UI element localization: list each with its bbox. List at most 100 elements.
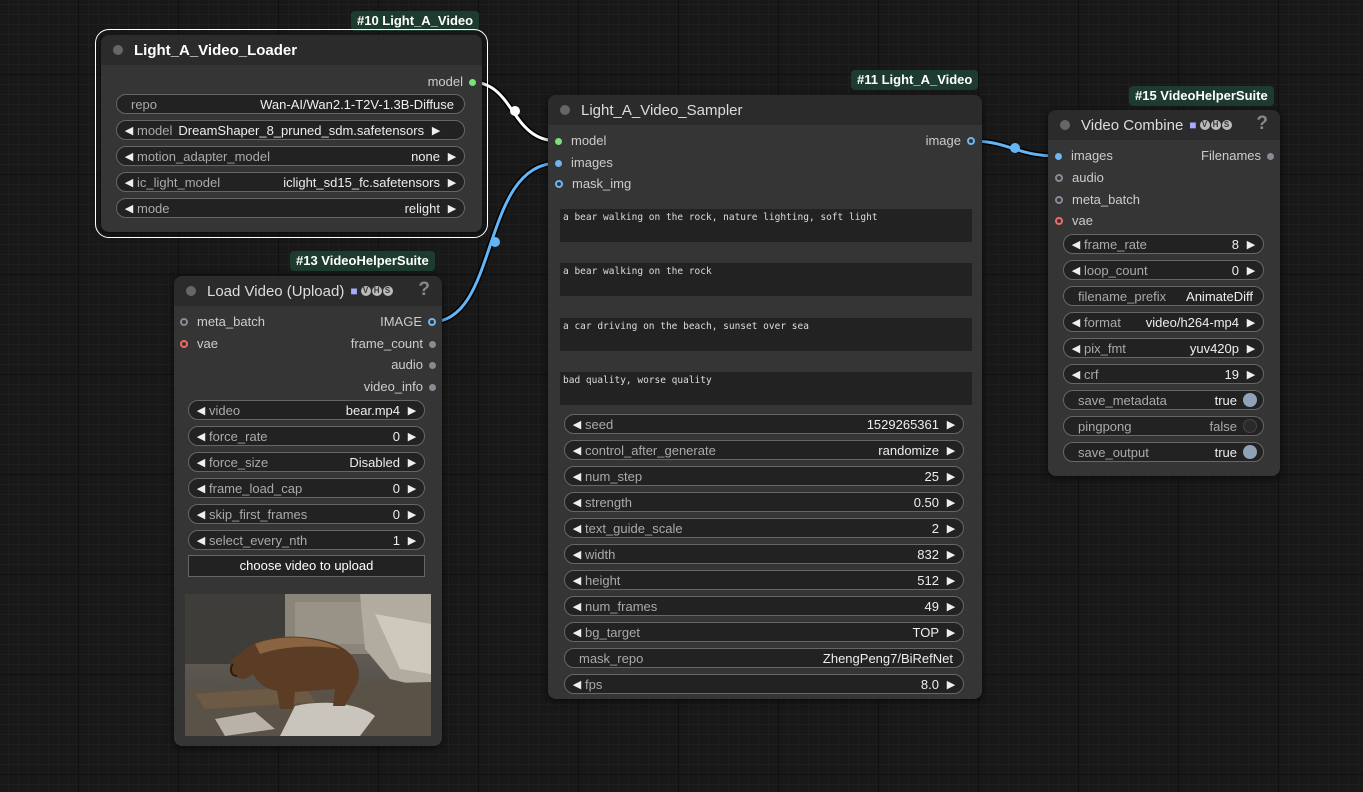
output-slot[interactable] — [469, 78, 476, 86]
arrow-left-icon[interactable]: ◀ — [571, 626, 583, 639]
prompt-textarea[interactable]: a bear walking on the rock — [560, 263, 972, 296]
arrow-right-icon[interactable]: ▶ — [446, 150, 458, 163]
widget-save-metadata-toggle[interactable]: save_metadata true — [1063, 390, 1264, 410]
output-slot[interactable] — [429, 383, 436, 391]
toggle-knob[interactable] — [1243, 419, 1257, 433]
arrow-right-icon[interactable]: ▶ — [406, 404, 418, 417]
widget-format[interactable]: ◀ format video/h264-mp4 ▶ — [1063, 312, 1264, 332]
arrow-left-icon[interactable]: ◀ — [195, 456, 207, 469]
widget-loop-count[interactable]: ◀ loop_count 0 ▶ — [1063, 260, 1264, 280]
widget-pix-fmt[interactable]: ◀ pix_fmt yuv420p ▶ — [1063, 338, 1264, 358]
arrow-right-icon[interactable]: ▶ — [446, 176, 458, 189]
output-image[interactable]: image — [926, 131, 975, 151]
widget-ic-light-model[interactable]: ◀ ic_light_model iclight_sd15_fc.safeten… — [116, 172, 465, 192]
output-filenames[interactable]: Filenames — [1201, 146, 1274, 166]
arrow-left-icon[interactable]: ◀ — [1070, 264, 1082, 277]
widget-skip-first-frames[interactable]: ◀ skip_first_frames 0 ▶ — [188, 504, 425, 524]
output-model[interactable]: model — [428, 72, 476, 92]
widget-save-output-toggle[interactable]: save_output true — [1063, 442, 1264, 462]
widget-num-step[interactable]: ◀ num_step 25 ▶ — [564, 466, 964, 486]
input-meta-batch[interactable]: meta_batch — [1055, 190, 1140, 210]
arrow-right-icon[interactable]: ▶ — [406, 456, 418, 469]
widget-mode[interactable]: ◀ mode relight ▶ — [116, 198, 465, 218]
toggle-knob[interactable] — [1243, 445, 1257, 459]
arrow-left-icon[interactable]: ◀ — [195, 534, 207, 547]
arrow-left-icon[interactable]: ◀ — [123, 176, 135, 189]
arrow-right-icon[interactable]: ▶ — [945, 548, 957, 561]
input-audio[interactable]: audio — [1055, 168, 1104, 188]
arrow-right-icon[interactable]: ▶ — [945, 470, 957, 483]
widget-pingpong-toggle[interactable]: pingpong false — [1063, 416, 1264, 436]
input-vae[interactable]: vae — [1055, 211, 1093, 231]
arrow-left-icon[interactable]: ◀ — [195, 430, 207, 443]
arrow-right-icon[interactable]: ▶ — [945, 626, 957, 639]
widget-frame-load-cap[interactable]: ◀ frame_load_cap 0 ▶ — [188, 478, 425, 498]
arrow-right-icon[interactable]: ▶ — [945, 444, 957, 457]
collapse-dot[interactable] — [186, 286, 196, 296]
input-slot[interactable] — [555, 137, 562, 145]
output-audio[interactable]: audio — [391, 355, 436, 375]
input-slot[interactable] — [1055, 196, 1063, 204]
choose-video-button[interactable]: choose video to upload — [188, 555, 425, 577]
input-slot[interactable] — [555, 159, 562, 167]
arrow-left-icon[interactable]: ◀ — [1070, 316, 1082, 329]
arrow-right-icon[interactable]: ▶ — [1245, 316, 1257, 329]
arrow-right-icon[interactable]: ▶ — [1245, 264, 1257, 277]
arrow-left-icon[interactable]: ◀ — [123, 150, 135, 163]
arrow-right-icon[interactable]: ▶ — [945, 600, 957, 613]
collapse-dot[interactable] — [560, 105, 570, 115]
arrow-right-icon[interactable]: ▶ — [1245, 342, 1257, 355]
arrow-left-icon[interactable]: ◀ — [1070, 342, 1082, 355]
collapse-dot[interactable] — [1060, 120, 1070, 130]
arrow-left-icon[interactable]: ◀ — [571, 574, 583, 587]
widget-control-after-generate[interactable]: ◀ control_after_generate randomize ▶ — [564, 440, 964, 460]
widget-motion-adapter-model[interactable]: ◀ motion_adapter_model none ▶ — [116, 146, 465, 166]
widget-num-frames[interactable]: ◀ num_frames 49 ▶ — [564, 596, 964, 616]
arrow-left-icon[interactable]: ◀ — [1070, 368, 1082, 381]
widget-text-guide-scale[interactable]: ◀ text_guide_scale 2 ▶ — [564, 518, 964, 538]
input-slot[interactable] — [1055, 152, 1062, 160]
output-slot[interactable] — [429, 340, 436, 348]
help-icon[interactable]: ? — [418, 279, 430, 301]
help-icon[interactable]: ? — [1256, 113, 1268, 135]
arrow-right-icon[interactable]: ▶ — [406, 508, 418, 521]
input-images[interactable]: images — [1055, 146, 1113, 166]
input-slot[interactable] — [180, 340, 188, 348]
arrow-left-icon[interactable]: ◀ — [571, 496, 583, 509]
arrow-left-icon[interactable]: ◀ — [571, 522, 583, 535]
prompt-textarea[interactable]: a bear walking on the rock, nature light… — [560, 209, 972, 242]
output-video-info[interactable]: video_info — [364, 377, 436, 397]
arrow-right-icon[interactable]: ▶ — [945, 574, 957, 587]
widget-repo[interactable]: repo Wan-AI/Wan2.1-T2V-1.3B-Diffuse — [116, 94, 465, 114]
arrow-right-icon[interactable]: ▶ — [446, 202, 458, 215]
input-slot[interactable] — [1055, 217, 1063, 225]
node-header[interactable]: Light_A_Video_Loader — [101, 35, 482, 65]
arrow-right-icon[interactable]: ▶ — [430, 124, 442, 137]
arrow-left-icon[interactable]: ◀ — [571, 600, 583, 613]
arrow-left-icon[interactable]: ◀ — [571, 548, 583, 561]
output-image[interactable]: IMAGE — [380, 312, 436, 332]
arrow-left-icon[interactable]: ◀ — [123, 202, 135, 215]
widget-force-size[interactable]: ◀ force_size Disabled ▶ — [188, 452, 425, 472]
arrow-left-icon[interactable]: ◀ — [571, 418, 583, 431]
arrow-left-icon[interactable]: ◀ — [195, 508, 207, 521]
output-frame-count[interactable]: frame_count — [351, 334, 436, 354]
input-slot[interactable] — [555, 180, 563, 188]
widget-crf[interactable]: ◀ crf 19 ▶ — [1063, 364, 1264, 384]
arrow-left-icon[interactable]: ◀ — [195, 404, 207, 417]
arrow-right-icon[interactable]: ▶ — [406, 430, 418, 443]
input-images[interactable]: images — [555, 153, 613, 173]
output-slot[interactable] — [1267, 152, 1274, 160]
widget-force-rate[interactable]: ◀ force_rate 0 ▶ — [188, 426, 425, 446]
arrow-right-icon[interactable]: ▶ — [1245, 368, 1257, 381]
output-slot[interactable] — [429, 361, 436, 369]
node-header[interactable]: Light_A_Video_Sampler — [548, 95, 982, 125]
node-load-video-upload[interactable]: Load Video (Upload) ■ V H S ? meta_batch… — [174, 276, 442, 746]
arrow-right-icon[interactable]: ▶ — [945, 418, 957, 431]
node-light-a-video-sampler[interactable]: Light_A_Video_Sampler model images mask_… — [548, 95, 982, 699]
arrow-right-icon[interactable]: ▶ — [1245, 238, 1257, 251]
node-header[interactable]: Video Combine ■ V H S ? — [1048, 110, 1280, 140]
arrow-right-icon[interactable]: ▶ — [945, 496, 957, 509]
output-slot[interactable] — [967, 137, 975, 145]
toggle-knob[interactable] — [1243, 393, 1257, 407]
